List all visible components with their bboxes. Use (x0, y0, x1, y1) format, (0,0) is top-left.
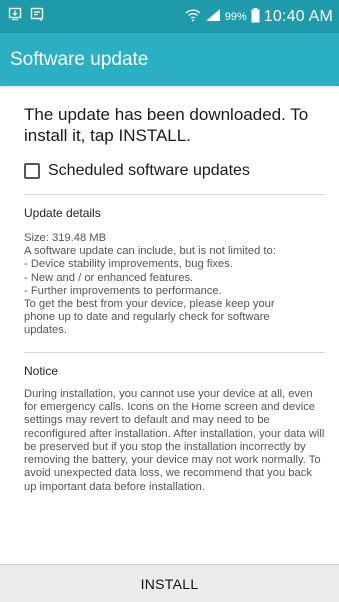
battery-percent: 99% (224, 10, 247, 23)
status-bar: 99% 10:40 AM (0, 0, 339, 33)
details-line: - Device stability improvements, bug fix… (24, 258, 233, 271)
scheduled-updates-checkbox[interactable] (24, 163, 40, 179)
notice-text: During installation, you cannot use your… (24, 387, 325, 493)
install-button[interactable]: INSTALL (0, 564, 339, 602)
scheduled-updates-label: Scheduled software updates (48, 162, 250, 179)
details-line: - New and / or enhanced features. (24, 271, 194, 284)
update-size: Size: 319.48 MB (24, 232, 107, 244)
status-bar-left (8, 7, 44, 26)
status-bar-right: 99% 10:40 AM (185, 7, 333, 26)
signal-icon (205, 8, 221, 25)
details-line: phone up to date and regularly check for… (24, 311, 270, 324)
page-title: Software update (10, 48, 149, 70)
update-headline: The update has been downloaded. To insta… (24, 105, 309, 145)
clock: 10:40 AM (263, 7, 333, 25)
wifi-icon (185, 8, 201, 25)
update-details-title: Update details (24, 206, 101, 220)
install-button-label: INSTALL (140, 575, 199, 592)
details-line: updates. (24, 324, 67, 337)
message-icon (30, 7, 44, 26)
scheduled-updates-toggle[interactable]: Scheduled software updates (24, 162, 325, 180)
download-icon (8, 7, 22, 26)
details-line: - Further improvements to performance. (24, 284, 222, 297)
app-bar: Software update (0, 33, 339, 86)
battery-icon (251, 7, 260, 26)
notice-title: Notice (24, 363, 59, 378)
details-line: To get the best from your device, please… (24, 298, 275, 311)
details-line: A software update can include, but is no… (24, 245, 276, 258)
divider (24, 194, 325, 195)
update-details-body: Size: 319.48 MB A software update can in… (24, 232, 325, 338)
update-content: The update has been downloaded. To insta… (0, 86, 339, 564)
divider (24, 351, 325, 353)
